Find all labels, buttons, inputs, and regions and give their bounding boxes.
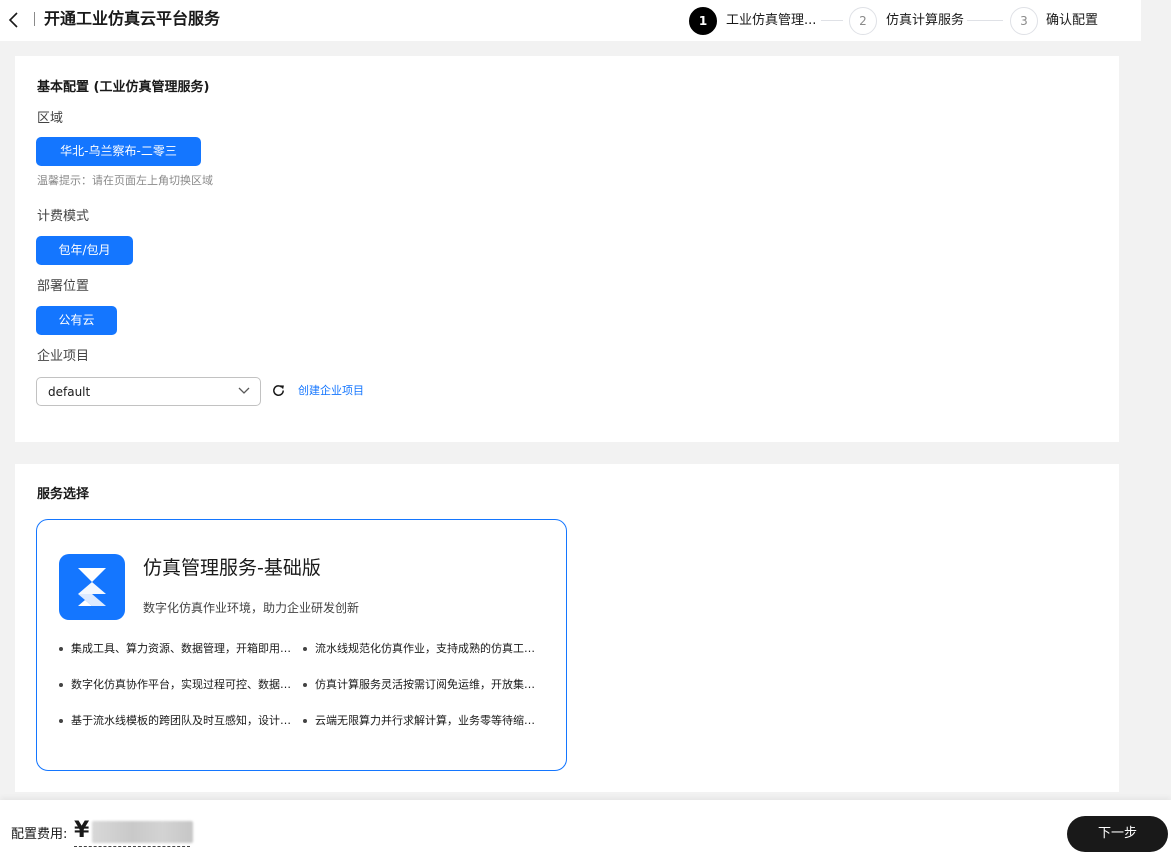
billing-mode-label: 计费模式 [37,209,90,224]
feature-item: 流水线规范化仿真作业，支持成熟的仿真工具... [303,642,543,656]
header-divider [34,12,35,26]
step-connector [821,20,843,21]
region-option-button[interactable]: 华北-乌兰察布-二零三 [36,137,201,166]
fee-label: 配置费用: [11,827,68,842]
step-2-number: 2 [849,7,877,35]
simulation-logo-icon [59,554,125,620]
enterprise-project-value: default [48,385,91,399]
basic-config-card: 基本配置 (工业仿真管理服务) 区域 华北-乌兰察布-二零三 温馨提示：请在页面… [15,56,1119,442]
fee-underline [74,846,190,847]
feature-item: 云端无限算力并行求解计算，业务零等待缩短... [303,714,543,728]
region-label: 区域 [37,111,64,126]
deploy-location-label: 部署位置 [37,279,90,294]
basic-config-title: 基本配置 (工业仿真管理服务) [37,80,210,95]
service-name: 仿真管理服务-基础版 [143,557,321,579]
enterprise-project-label: 企业项目 [37,349,90,364]
billing-mode-button[interactable]: 包年/包月 [36,236,133,265]
feature-item: 数字化仿真协作平台，实现过程可控、数据可... [59,678,299,692]
currency-symbol: ¥ [74,818,90,843]
region-hint: 温馨提示：请在页面左上角切换区域 [37,174,213,187]
service-description: 数字化仿真作业环境，助力企业研发创新 [143,601,360,615]
step-1-number: 1 [689,7,717,35]
feature-item: 仿真计算服务灵活按需订阅免运维，开放集成... [303,678,543,692]
step-3-label: 确认配置 [1046,13,1099,28]
fee-amount-redacted [92,821,193,843]
step-connector [967,20,1003,21]
service-select-title: 服务选择 [37,487,90,502]
service-select-card: 服务选择 仿真管理服务-基础版 数字化仿真作业环境，助力企业研发创新 集成工具、… [15,464,1119,792]
create-enterprise-project-link[interactable]: 创建企业项目 [298,384,364,398]
footer-bar: 配置费用: ¥ 下一步 [0,800,1171,853]
feature-item: 集成工具、算力资源、数据管理，开箱即用的... [59,642,299,656]
next-step-button[interactable]: 下一步 [1067,816,1168,852]
deploy-location-button[interactable]: 公有云 [36,306,117,335]
enterprise-project-select[interactable]: default [36,377,261,406]
refresh-icon[interactable] [271,383,286,398]
back-arrow-icon[interactable] [6,11,22,29]
step-3-number: 3 [1010,7,1038,35]
service-option-card[interactable]: 仿真管理服务-基础版 数字化仿真作业环境，助力企业研发创新 集成工具、算力资源、… [36,519,567,771]
page-title: 开通工业仿真云平台服务 [44,9,221,28]
chevron-down-icon [238,387,250,394]
top-header: 开通工业仿真云平台服务 1 工业仿真管理... 2 仿真计算服务 3 确认配置 [0,0,1141,41]
step-2-label: 仿真计算服务 [886,13,965,28]
feature-item: 基于流水线模板的跨团队及时互感知，设计仿... [59,714,299,728]
step-1-label: 工业仿真管理... [726,13,817,28]
